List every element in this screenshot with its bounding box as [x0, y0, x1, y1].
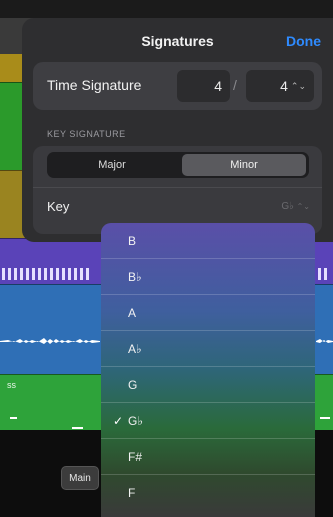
- time-signature-separator: /: [233, 77, 237, 93]
- denominator-value: 4: [280, 78, 288, 94]
- done-button[interactable]: Done: [286, 33, 321, 49]
- dash-mark: [10, 417, 17, 419]
- key-option-label: A♭: [128, 341, 142, 356]
- key-dropdown-menu: B B♭ A A♭ G ✓ G♭ F# F: [101, 223, 315, 517]
- audio-waveform: [316, 339, 333, 343]
- key-option[interactable]: A♭: [101, 331, 315, 367]
- dash-mark: [320, 417, 330, 419]
- midi-notes: [318, 268, 327, 280]
- key-option[interactable]: G: [101, 367, 315, 403]
- time-signature-numerator[interactable]: 4: [177, 70, 230, 102]
- time-signature-row: Time Signature 4 / 4 ⌃⌄: [33, 62, 322, 110]
- divider: [33, 187, 322, 188]
- key-option-label: F: [128, 486, 136, 500]
- key-option-label: F#: [128, 449, 143, 464]
- mode-segmented-control: Major Minor: [47, 152, 309, 178]
- key-value-selector[interactable]: G♭ ⌃⌄: [281, 201, 310, 212]
- dash-mark: [72, 427, 83, 429]
- key-value: G♭: [281, 201, 294, 212]
- key-option-label: B♭: [128, 269, 142, 284]
- track-name-label: ss: [7, 380, 16, 390]
- segment-minor[interactable]: Minor: [182, 154, 306, 176]
- key-signature-box: Major Minor Key G♭ ⌃⌄: [33, 146, 322, 234]
- audio-waveform: [0, 338, 100, 344]
- numerator-value: 4: [214, 78, 222, 94]
- key-option-label: G♭: [128, 413, 143, 428]
- chevron-up-down-icon: ⌃⌄: [296, 202, 310, 211]
- key-option[interactable]: F#: [101, 439, 315, 475]
- key-option[interactable]: B♭: [101, 259, 315, 295]
- key-label: Key: [47, 199, 70, 214]
- segment-major[interactable]: Major: [50, 154, 174, 176]
- time-signature-denominator[interactable]: 4 ⌃⌄: [246, 70, 314, 102]
- key-option[interactable]: B: [101, 223, 315, 259]
- key-option-label: G: [128, 377, 138, 392]
- chevron-up-down-icon: ⌃⌄: [290, 80, 306, 91]
- time-signature-label: Time Signature: [47, 77, 142, 93]
- key-signature-header: KEY SIGNATURE: [47, 129, 126, 139]
- key-option-selected[interactable]: ✓ G♭: [101, 403, 315, 439]
- signatures-panel: Signatures Done Time Signature 4 / 4 ⌃⌄ …: [22, 18, 333, 242]
- checkmark-icon: ✓: [113, 414, 124, 428]
- midi-notes: [0, 268, 100, 280]
- key-option[interactable]: A: [101, 295, 315, 331]
- key-option-label: A: [128, 305, 137, 320]
- top-bar: [0, 0, 333, 18]
- key-option-label: B: [128, 233, 137, 248]
- main-button[interactable]: Main: [61, 466, 99, 490]
- key-option[interactable]: F: [101, 475, 315, 511]
- garageband-tracks-view: ss Main Signatures Done Time Signature 4…: [0, 0, 333, 517]
